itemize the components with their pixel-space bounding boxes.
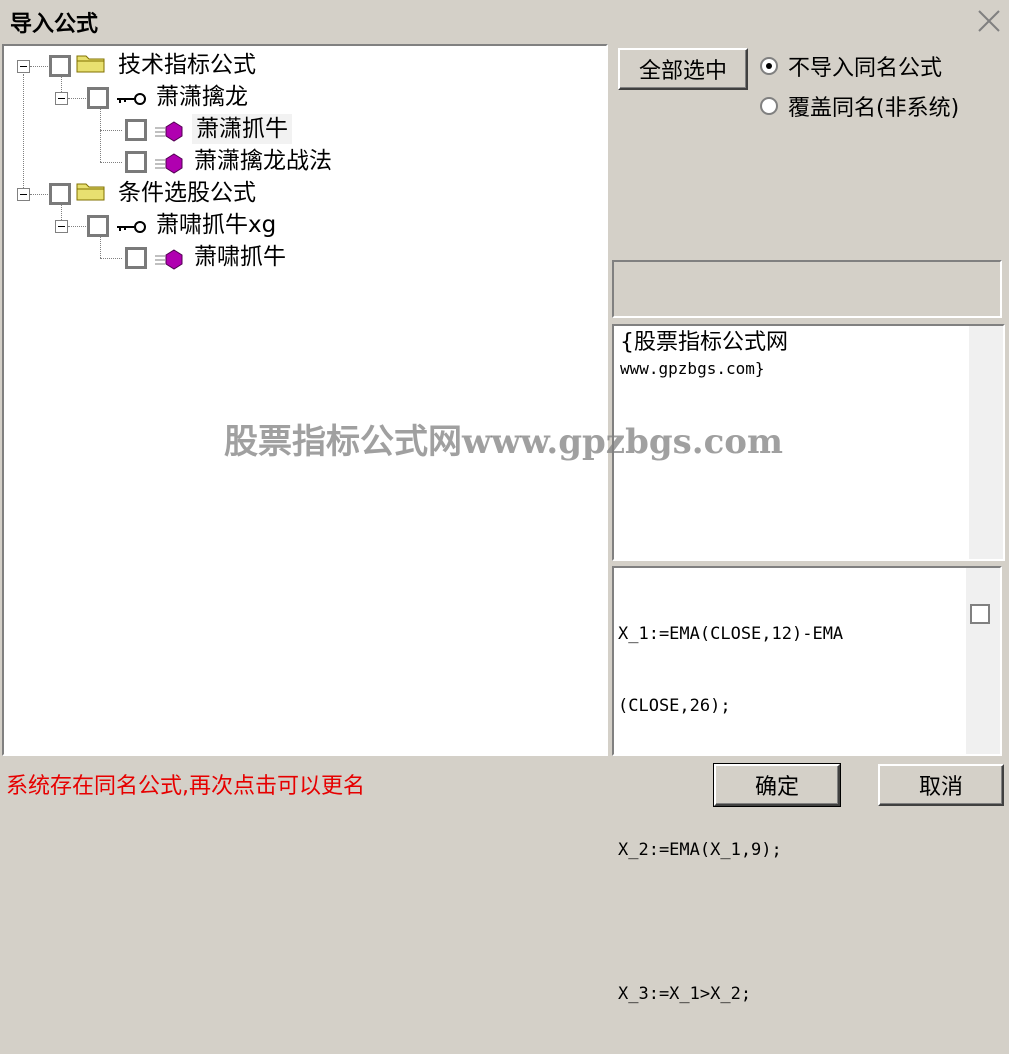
info-box bbox=[612, 260, 1002, 318]
formula-tree[interactable]: 技术指标公式 萧潇擒龙 萧潇抓牛 萧潇擒龙战法 条件选股公式 萧啸抓牛xg 萧啸… bbox=[2, 44, 608, 756]
ok-label: 确定 bbox=[754, 775, 799, 800]
formula-icon bbox=[155, 249, 183, 270]
tree-connector bbox=[68, 98, 86, 99]
checkbox[interactable] bbox=[125, 151, 147, 173]
folder-icon bbox=[76, 55, 105, 73]
collapse-toggle-icon[interactable] bbox=[55, 220, 68, 233]
radio-button[interactable] bbox=[760, 97, 778, 115]
tree-connector bbox=[100, 106, 101, 162]
radio-label: 覆盖同名(非系统) bbox=[788, 96, 960, 121]
tree-item-label[interactable]: 萧潇擒龙战法 bbox=[194, 146, 332, 176]
select-all-button[interactable]: 全部选中 bbox=[618, 48, 748, 90]
formula-icon bbox=[155, 121, 183, 142]
collapse-toggle-icon[interactable] bbox=[17, 188, 30, 201]
tree-connector bbox=[100, 162, 122, 163]
tree-group-label[interactable]: 条件选股公式 bbox=[118, 178, 256, 208]
key-icon bbox=[117, 93, 146, 105]
close-button[interactable] bbox=[976, 8, 1002, 34]
description-line: {股票指标公式网 bbox=[620, 330, 788, 355]
cancel-button[interactable]: 取消 bbox=[878, 764, 1004, 806]
checkbox[interactable] bbox=[49, 55, 71, 77]
checkbox[interactable] bbox=[970, 604, 990, 624]
status-message: 系统存在同名公式,再次点击可以更名 bbox=[6, 774, 365, 799]
checkbox[interactable] bbox=[49, 183, 71, 205]
code-line: (CLOSE,26); bbox=[618, 696, 731, 716]
checkbox[interactable] bbox=[125, 247, 147, 269]
scrollbar-track[interactable] bbox=[969, 326, 1003, 559]
tree-connector bbox=[100, 258, 122, 259]
checkbox[interactable] bbox=[125, 119, 147, 141]
formula-code-box[interactable]: X_1:=EMA(CLOSE,12)-EMA (CLOSE,26); X_2:=… bbox=[612, 566, 1002, 1004]
tree-connector bbox=[100, 234, 101, 258]
checkbox[interactable] bbox=[87, 87, 109, 109]
tree-connector bbox=[30, 194, 48, 195]
tree-item-label[interactable]: 萧啸抓牛 bbox=[194, 242, 286, 272]
code-line: X_3:=X_1>X_2; bbox=[618, 984, 752, 1004]
scrollbar-track[interactable] bbox=[966, 568, 1000, 754]
radio-overwrite-same-name[interactable]: 覆盖同名(非系统) bbox=[760, 90, 959, 122]
radio-button[interactable] bbox=[760, 57, 778, 75]
title-bar: 导入公式 bbox=[0, 0, 1009, 42]
cancel-label: 取消 bbox=[918, 775, 963, 800]
ok-button[interactable]: 确定 bbox=[713, 763, 841, 807]
tree-connector bbox=[100, 130, 122, 131]
tree-connector bbox=[68, 226, 86, 227]
close-icon bbox=[978, 10, 1000, 32]
tree-item-label[interactable]: 萧潇抓牛 bbox=[192, 114, 292, 144]
folder-icon bbox=[76, 183, 105, 201]
tree-connector bbox=[23, 74, 24, 194]
checkbox[interactable] bbox=[87, 215, 109, 237]
description-line: www.gpzbgs.com} bbox=[620, 359, 765, 378]
collapse-toggle-icon[interactable] bbox=[55, 92, 68, 105]
collapse-toggle-icon[interactable] bbox=[17, 60, 30, 73]
radio-skip-same-name[interactable]: 不导入同名公式 bbox=[760, 50, 942, 82]
radio-label: 不导入同名公式 bbox=[788, 56, 943, 81]
tree-connector bbox=[30, 66, 48, 67]
key-icon bbox=[117, 221, 146, 233]
tree-item-label[interactable]: 萧啸抓牛xg bbox=[156, 210, 276, 240]
tree-item-label[interactable]: 萧潇擒龙 bbox=[156, 82, 248, 112]
select-all-label: 全部选中 bbox=[638, 59, 727, 84]
window-title: 导入公式 bbox=[10, 12, 99, 37]
tree-group-label[interactable]: 技术指标公式 bbox=[118, 50, 256, 80]
formula-icon bbox=[155, 153, 183, 174]
watermark: 股票指标公式网www.gpzbgs.com bbox=[224, 422, 783, 462]
code-line: X_2:=EMA(X_1,9); bbox=[618, 840, 782, 860]
code-line: X_1:=EMA(CLOSE,12)-EMA bbox=[618, 624, 844, 644]
